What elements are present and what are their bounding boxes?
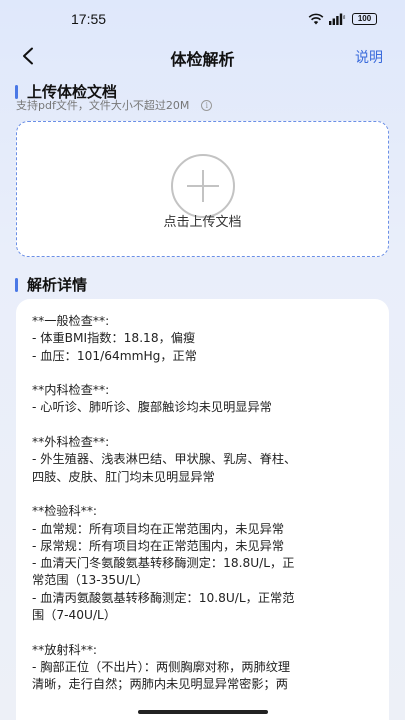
result-line: - 血压：101/64mmHg，正常 [32,348,197,363]
result-blank-line [32,486,373,503]
result-blank-line [32,417,373,434]
result-line: - 尿常规：所有项目均在正常范围内，未见异常 [32,538,285,553]
result-line: - 胸部正位（不出片）：两侧胸廓对称，两肺纹理 [32,659,291,674]
result-line: 清晰，走行自然；两肺内未见明显异常密影；两 [32,677,288,692]
home-indicator[interactable] [138,710,268,714]
result-section-title: 解析详情 [27,276,88,294]
result-line: - 心听诊、肺听诊、腹部触诊均未见明显异常 [32,400,272,415]
plus-circle-icon [171,154,235,218]
result-line: - 血清天门冬氨酸氨基转移酶测定：18.8U/L，正 [32,556,295,571]
upload-area[interactable]: 点击上传文档 [16,121,389,257]
result-card[interactable]: **一般检查**: - 体重BMI指数：18.18，偏瘦 - 血压：101/64mm… [16,299,389,720]
nav-bar: 体检解析 说明 [0,38,405,74]
upload-hint-text: 支持pdf文件，文件大小不超过20M [16,99,190,112]
wifi-icon [308,13,324,25]
result-line: - 血常规：所有项目均在正常范围内，未见异常 [32,521,285,536]
result-line: **外科检查**: [32,435,110,450]
result-line: 四肢、皮肤、肛门均未见明显异常 [32,469,215,484]
result-blank-line [32,624,373,641]
info-icon[interactable]: i [201,99,213,111]
result-blank-line [32,365,373,382]
result-line: - 体重BMI指数：18.18，偏瘦 [32,331,196,346]
result-line: - 外生殖器、浅表淋巴结、甲状腺、乳房、脊柱、 [32,452,297,467]
result-line: **检验科**: [32,504,98,519]
result-text: **一般检查**: - 体重BMI指数：18.18，偏瘦 - 血压：101/64mm… [32,313,373,694]
signal-icon: il [329,13,345,25]
upload-hint: 支持pdf文件，文件大小不超过20M i [16,97,213,113]
status-icons: il 100 [308,13,377,25]
svg-text:il: il [343,15,345,21]
result-line: - 血清丙氨酸氨基转移酶测定：10.8U/L，正常范 [32,590,295,605]
result-line: **放射科**: [32,642,98,657]
battery-icon: 100 [352,13,377,25]
result-line: 常范围（13-35U/L） [32,573,149,588]
status-bar: 17:55 il 100 [0,0,405,38]
result-line: 围（7-40U/L） [32,608,117,623]
upload-button-label: 点击上传文档 [163,215,242,230]
status-time: 17:55 [71,11,107,27]
section-accent-bar [15,277,18,292]
result-line: **一般检查**: [32,314,110,328]
result-section-header: 解析详情 [15,274,87,295]
page-title: 体检解析 [170,50,235,69]
result-line: **内科检查**: [32,383,110,398]
help-link[interactable]: 说明 [355,47,383,67]
